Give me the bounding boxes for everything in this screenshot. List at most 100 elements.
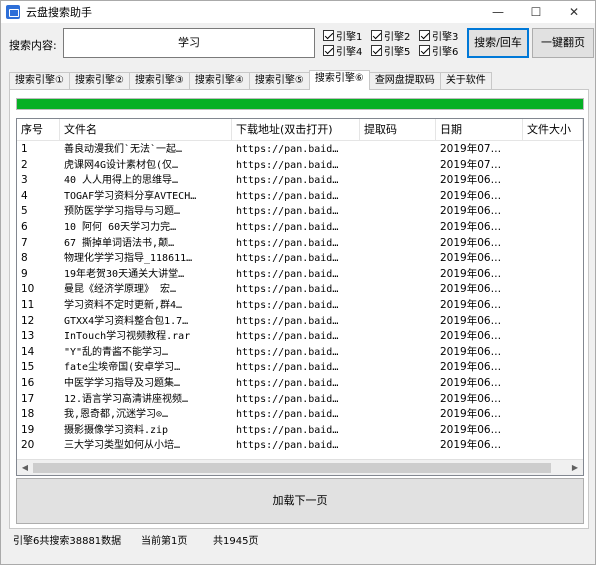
- cell-date: 2019年06…: [440, 189, 502, 202]
- maximize-button[interactable]: ☐: [517, 1, 555, 23]
- cell-code: [360, 345, 436, 361]
- flip-pages-button[interactable]: 一键翻页: [532, 28, 594, 58]
- cell-date: 2019年06…: [440, 330, 502, 343]
- cell-index: 12: [21, 314, 35, 327]
- tab-extract-code[interactable]: 查网盘提取码: [368, 72, 441, 90]
- table-row[interactable]: 15 fate尘埃帝国(安卓学习… https://pan.baid… 2019年06…: [17, 360, 583, 376]
- load-next-page-button[interactable]: 加载下一页: [16, 478, 584, 524]
- column-header-size[interactable]: 文件大小: [523, 119, 583, 141]
- tab-engine-6[interactable]: 搜索引擎⑥: [308, 70, 370, 90]
- cell-date: 2019年06…: [440, 174, 502, 187]
- tab-engine-3[interactable]: 搜索引擎③: [128, 72, 190, 90]
- cell-filename: 40 人人用得上的思维导…: [64, 175, 179, 187]
- table-row[interactable]: 7 67 撕掉单词语法书,颠… https://pan.baid… 2019年06…: [17, 236, 583, 252]
- cell-filename: GTXX4学习资料整合包1.7…: [64, 315, 189, 327]
- tab-engine-2[interactable]: 搜索引擎②: [68, 72, 130, 90]
- scroll-left-icon[interactable]: ◀: [18, 461, 32, 475]
- cell-size: [523, 251, 583, 267]
- search-input[interactable]: 学习: [63, 28, 315, 58]
- checkbox-icon: [323, 45, 334, 56]
- table-row[interactable]: 9 19年老贺30天通关大讲堂… https://pan.baid… 2019年06…: [17, 267, 583, 283]
- tab-about[interactable]: 关于软件: [439, 72, 492, 90]
- table-row[interactable]: 1 善良动漫我们`无法`一起… https://pan.baid… 2019年07…: [17, 142, 583, 158]
- engine-2-checkbox[interactable]: 引擎2: [371, 28, 410, 43]
- cell-code: [360, 423, 436, 439]
- cell-code: [360, 376, 436, 392]
- cell-filename: 三大学习类型如何从小培…: [64, 440, 181, 452]
- table-row[interactable]: 10 曼昆《经济学原理》 宏… https://pan.baid… 2019年06…: [17, 282, 583, 298]
- engine-3-checkbox[interactable]: 引擎3: [419, 28, 458, 43]
- cell-index: 19: [21, 423, 35, 436]
- cell-url: https://pan.baid…: [236, 159, 339, 171]
- cell-filename: TOGAF学习资料分享AVTECH…: [64, 190, 197, 202]
- scroll-right-icon[interactable]: ▶: [568, 461, 582, 475]
- column-header-date[interactable]: 日期: [436, 119, 523, 141]
- table-row[interactable]: 20 三大学习类型如何从小培… https://pan.baid… 2019年06…: [17, 438, 583, 454]
- cell-size: [523, 360, 583, 376]
- table-row[interactable]: 12 GTXX4学习资料整合包1.7… https://pan.baid… 2019年…: [17, 314, 583, 330]
- table-row[interactable]: 17 12.语言学习高清讲座视频… https://pan.baid… 2019年06…: [17, 392, 583, 408]
- table-row[interactable]: 18 我,恩奇都,沉迷学习⊙… https://pan.baid… 2019年06…: [17, 407, 583, 423]
- cell-size: [523, 158, 583, 174]
- engine-5-checkbox[interactable]: 引擎5: [371, 43, 410, 58]
- cell-size: [523, 438, 583, 454]
- close-button[interactable]: ✕: [555, 1, 593, 23]
- table-row[interactable]: 8 物理化学学习指导_118611… https://pan.baid… 2019年0…: [17, 251, 583, 267]
- cell-index: 7: [21, 236, 28, 249]
- table-row[interactable]: 4 TOGAF学习资料分享AVTECH… https://pan.baid… 2019…: [17, 189, 583, 205]
- cell-filename: 曼昆《经济学原理》 宏…: [64, 284, 177, 296]
- cell-url: https://pan.baid…: [236, 299, 339, 311]
- table-row[interactable]: 5 预防医学学习指导与习题… https://pan.baid… 2019年06…: [17, 204, 583, 220]
- cell-code: [360, 360, 436, 376]
- cell-code: [360, 282, 436, 298]
- scrollbar-thumb[interactable]: [33, 463, 551, 473]
- tab-engine-5[interactable]: 搜索引擎⑤: [248, 72, 310, 90]
- cell-filename: InTouch学习视频教程.rar: [64, 331, 191, 343]
- column-header-index[interactable]: 序号: [17, 119, 60, 141]
- cell-code: [360, 438, 436, 454]
- cell-filename: fate尘埃帝国(安卓学习…: [64, 362, 181, 374]
- cell-code: [360, 173, 436, 189]
- engine-6-checkbox[interactable]: 引擎6: [419, 43, 458, 58]
- tab-engine-1[interactable]: 搜索引擎①: [9, 72, 70, 90]
- engine-1-checkbox[interactable]: 引擎1: [323, 28, 362, 43]
- table-row[interactable]: 13 InTouch学习视频教程.rar https://pan.baid… 2019…: [17, 329, 583, 345]
- cell-url: https://pan.baid…: [236, 253, 339, 265]
- tab-strip: 搜索引擎① 搜索引擎② 搜索引擎③ 搜索引擎④ 搜索引擎⑤ 搜索引擎⑥ 查网盘提…: [9, 70, 492, 90]
- table-row[interactable]: 2 虎课网4G设计素材包(仅… https://pan.baid… 2019年07…: [17, 158, 583, 174]
- horizontal-scrollbar[interactable]: ◀ ▶: [17, 459, 583, 475]
- cell-date: 2019年06…: [440, 236, 502, 249]
- cell-url: https://pan.baid…: [236, 424, 339, 436]
- tab-panel: 序号 文件名 下载地址(双击打开) 提取码 日期 文件大小 1 善良动漫我们`无法…: [9, 89, 589, 529]
- tab-engine-4[interactable]: 搜索引擎④: [188, 72, 250, 90]
- cell-index: 3: [21, 174, 28, 187]
- cell-code: [360, 251, 436, 267]
- cell-size: [523, 392, 583, 408]
- engine-4-checkbox[interactable]: 引擎4: [323, 43, 362, 58]
- checkbox-icon: [323, 30, 334, 41]
- column-header-filename[interactable]: 文件名: [60, 119, 232, 141]
- cell-index: 13: [21, 330, 35, 343]
- checkbox-icon: [371, 30, 382, 41]
- cloud-drive-icon: [6, 5, 20, 19]
- cell-size: [523, 376, 583, 392]
- column-header-code[interactable]: 提取码: [360, 119, 436, 141]
- cell-filename: 67 撕掉单词语法书,颠…: [64, 237, 175, 249]
- table-row[interactable]: 14 "Y"乱的青酱不能学习… https://pan.baid… 2019年06…: [17, 345, 583, 361]
- table-row[interactable]: 6 10 阿何 60天学习力完… https://pan.baid… 2019年06…: [17, 220, 583, 236]
- results-list[interactable]: 序号 文件名 下载地址(双击打开) 提取码 日期 文件大小 1 善良动漫我们`无法…: [16, 118, 584, 476]
- table-row[interactable]: 16 中医学学习指导及习题集… https://pan.baid… 2019年06…: [17, 376, 583, 392]
- progress-fill: [17, 99, 583, 109]
- table-row[interactable]: 11 学习资料不定时更新,群4… https://pan.baid… 2019年06…: [17, 298, 583, 314]
- search-label: 搜索内容:: [9, 39, 57, 52]
- cell-index: 17: [21, 392, 35, 405]
- cell-url: https://pan.baid…: [236, 221, 339, 233]
- cell-size: [523, 407, 583, 423]
- table-row[interactable]: 3 40 人人用得上的思维导… https://pan.baid… 2019年06…: [17, 173, 583, 189]
- cell-index: 8: [21, 252, 28, 265]
- search-button[interactable]: 搜索/回车: [467, 28, 529, 58]
- minimize-button[interactable]: —: [479, 1, 517, 23]
- cell-filename: 虎课网4G设计素材包(仅…: [64, 159, 179, 171]
- table-row[interactable]: 19 摄影摄像学习资料.zip https://pan.baid… 2019年06…: [17, 423, 583, 439]
- column-header-url[interactable]: 下载地址(双击打开): [232, 119, 360, 141]
